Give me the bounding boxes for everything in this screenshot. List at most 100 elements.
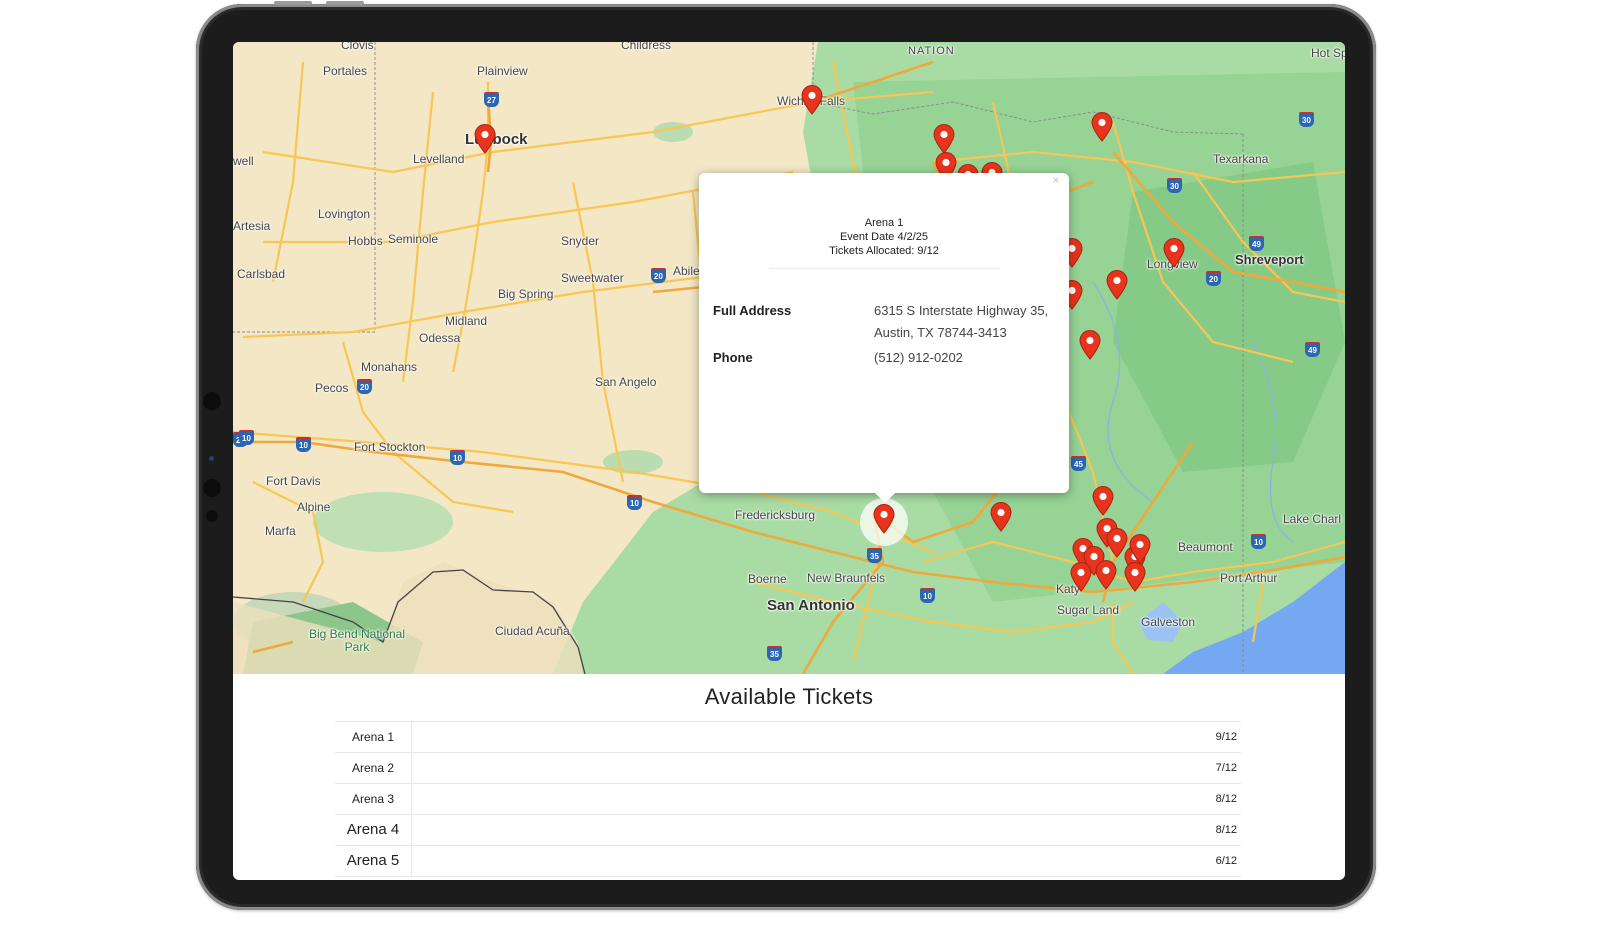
ticket-count: 7/12 bbox=[1215, 762, 1237, 774]
arena-name: Arena 5 bbox=[335, 846, 412, 876]
map-label: Plainview bbox=[477, 64, 528, 78]
map-label: San Angelo bbox=[595, 375, 657, 389]
volume-button bbox=[326, 1, 364, 5]
map-marker-icon[interactable] bbox=[1129, 534, 1151, 564]
popup-tickets-allocated: Tickets Allocated: 9/12 bbox=[829, 245, 939, 257]
ticket-count: 8/12 bbox=[1215, 824, 1237, 836]
interstate-shield: 10 bbox=[296, 437, 311, 452]
map-marker-icon[interactable] bbox=[873, 504, 895, 534]
phone-value[interactable]: (512) 912-0202 bbox=[874, 350, 963, 365]
interstate-shield: 20 bbox=[1206, 271, 1221, 286]
interstate-shield: 49 bbox=[1249, 236, 1264, 251]
map-marker-icon[interactable] bbox=[801, 85, 823, 115]
interstate-shield: 10 bbox=[920, 588, 935, 603]
table-row[interactable]: Arena 1 9/12 bbox=[335, 722, 1241, 753]
phone-label: Phone bbox=[713, 350, 753, 365]
map-marker-icon[interactable] bbox=[990, 502, 1012, 532]
interstate-shield: 35 bbox=[767, 646, 782, 661]
interstate-shield: 49 bbox=[1305, 342, 1320, 357]
ticket-count: 8/12 bbox=[1215, 793, 1237, 805]
map-marker-icon[interactable] bbox=[933, 124, 955, 154]
map-label: Beaumont bbox=[1178, 540, 1233, 554]
map-label: NATION bbox=[908, 45, 955, 57]
map-label: Fort Davis bbox=[266, 474, 321, 488]
map-label: Fort Stockton bbox=[354, 440, 426, 454]
ticket-count: 6/12 bbox=[1215, 855, 1237, 867]
map-view[interactable]: Clovis Portales Plainview Childress NATI… bbox=[233, 42, 1345, 674]
map-label: Hobbs bbox=[348, 234, 383, 248]
map-marker-icon[interactable] bbox=[1091, 112, 1113, 142]
available-tickets-title: Available Tickets bbox=[704, 684, 874, 709]
map-marker-icon[interactable] bbox=[1092, 486, 1114, 516]
map-label: Clovis bbox=[341, 42, 374, 52]
map-label: Odessa bbox=[419, 331, 461, 345]
map-label: Shreveport bbox=[1235, 252, 1304, 267]
map-label: San Antonio bbox=[767, 597, 855, 614]
interstate-shield: 45 bbox=[1071, 456, 1086, 471]
map-label: Fredericksburg bbox=[735, 508, 816, 522]
map-marker-icon[interactable] bbox=[1079, 330, 1101, 360]
arena-name: Arena 3 bbox=[335, 784, 412, 814]
table-row[interactable]: Arena 4 8/12 bbox=[335, 815, 1241, 846]
map-label: Sugar Land bbox=[1057, 603, 1120, 617]
map-label: Marfa bbox=[265, 524, 296, 538]
address-line-2: Austin, TX 78744-3413 bbox=[874, 325, 1007, 340]
map-label: Carlsbad bbox=[237, 267, 286, 281]
tickets-table: Arena 1 9/12 Arena 2 7/12 Arena 3 8/12 A… bbox=[335, 721, 1241, 877]
map-label-park: Big Bend National Park bbox=[308, 627, 406, 654]
table-row[interactable]: Arena 3 8/12 bbox=[335, 784, 1241, 815]
map-marker-icon[interactable] bbox=[1070, 562, 1092, 592]
interstate-shield: 20 bbox=[357, 379, 372, 394]
ticket-count: 9/12 bbox=[1215, 731, 1237, 743]
map-label: Sweetwater bbox=[561, 271, 624, 285]
table-row[interactable]: Arena 5 6/12 bbox=[335, 846, 1241, 877]
arena-name: Arena 2 bbox=[335, 753, 412, 783]
popup-divider bbox=[769, 268, 999, 275]
interstate-shield: 30 bbox=[1299, 112, 1314, 127]
map-label: Pecos bbox=[315, 381, 349, 395]
map-marker-icon[interactable] bbox=[1163, 238, 1185, 268]
arena-name: Arena 1 bbox=[335, 722, 412, 752]
tablet-screen: Clovis Portales Plainview Childress NATI… bbox=[233, 42, 1345, 880]
map-label: Levelland bbox=[413, 152, 465, 166]
interstate-shield: 30 bbox=[1167, 178, 1182, 193]
popup-header: Arena 1 Event Date 4/2/25 Tickets Alloca… bbox=[699, 216, 1069, 258]
map-label: well bbox=[233, 154, 254, 168]
popup-close-button[interactable]: × bbox=[1053, 175, 1059, 187]
map-marker-icon[interactable] bbox=[1095, 560, 1117, 590]
camera-flash bbox=[206, 510, 218, 522]
map-label: Ciudad Acuña bbox=[495, 624, 570, 638]
address-value: 6315 S Interstate Highway 35, Austin, TX… bbox=[874, 300, 1048, 344]
map-marker-icon[interactable] bbox=[1106, 270, 1128, 300]
volume-button bbox=[274, 1, 312, 5]
interstate-shield: 35 bbox=[867, 548, 882, 563]
location-popup: × Arena 1 Event Date 4/2/25 Tickets Allo… bbox=[699, 173, 1069, 503]
map-marker-icon[interactable] bbox=[474, 124, 496, 154]
map-label: Big Spring bbox=[498, 287, 554, 301]
map-label: Galveston bbox=[1141, 615, 1196, 629]
map-label: Childress bbox=[621, 42, 672, 52]
map-label: Alpine bbox=[297, 500, 331, 514]
map-label: Portales bbox=[323, 64, 368, 78]
map-label: Port Arthur bbox=[1220, 571, 1278, 585]
camera-lens bbox=[203, 392, 221, 410]
tablet-frame: Clovis Portales Plainview Childress NATI… bbox=[196, 1, 1376, 910]
table-row[interactable]: Arena 2 7/12 bbox=[335, 753, 1241, 784]
popup-event-date: Event Date 4/2/25 bbox=[839, 231, 929, 243]
map-label: Boerne bbox=[748, 572, 787, 586]
interstate-shield: 10 bbox=[450, 450, 465, 465]
map-label: Hot Sp bbox=[1311, 46, 1345, 60]
camera-lens bbox=[203, 479, 221, 497]
camera-sensor bbox=[209, 456, 214, 461]
map-label: Midland bbox=[445, 314, 488, 328]
popup-title: Arena 1 bbox=[864, 217, 904, 229]
interstate-shield: 20 bbox=[651, 268, 666, 283]
map-marker-icon[interactable] bbox=[1124, 562, 1146, 592]
map-label: Texarkana bbox=[1213, 152, 1269, 166]
address-label: Full Address bbox=[713, 303, 792, 318]
map-label: Monahans bbox=[361, 360, 418, 374]
map-label: Snyder bbox=[561, 234, 600, 248]
map-label: Artesia bbox=[233, 219, 271, 233]
interstate-shield: 10 bbox=[627, 495, 642, 510]
interstate-shield: 10 bbox=[239, 430, 254, 445]
